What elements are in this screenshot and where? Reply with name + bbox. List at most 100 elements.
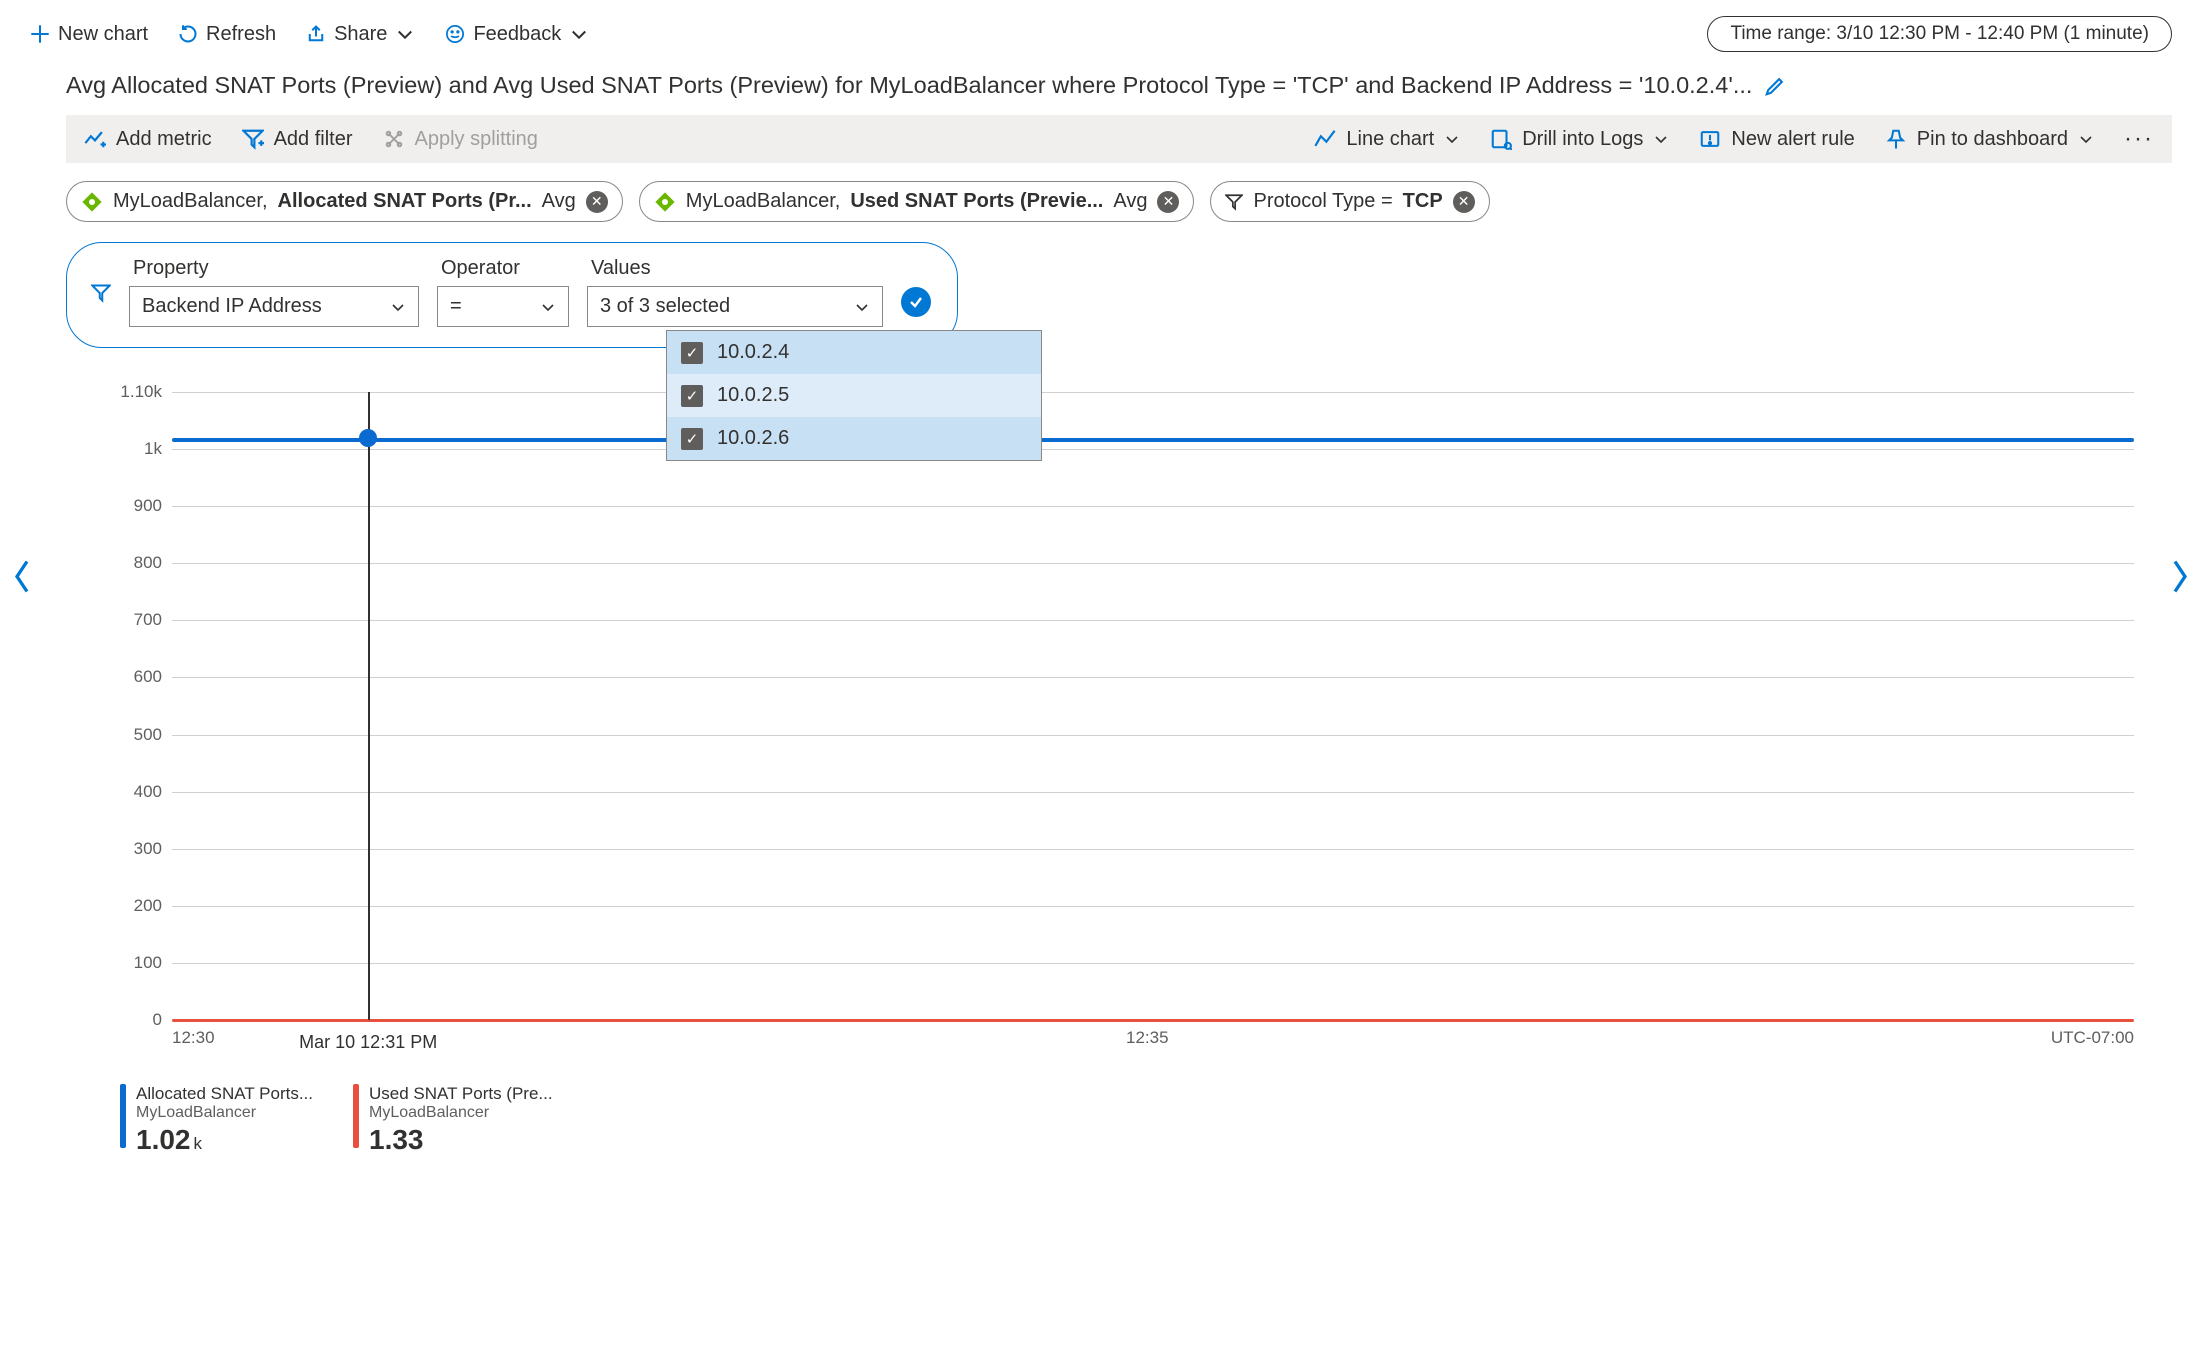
pin-icon — [1885, 128, 1907, 150]
add-filter-label: Add filter — [274, 128, 353, 151]
filter-pill-label: Protocol Type = — [1253, 190, 1392, 213]
apply-splitting-button[interactable]: Apply splitting — [383, 128, 538, 151]
title-row: Avg Allocated SNAT Ports (Preview) and A… — [30, 66, 2172, 115]
filter-editor: Property Backend IP Address Operator = V… — [66, 242, 2172, 348]
legend: Allocated SNAT Ports... MyLoadBalancer 1… — [120, 1084, 2172, 1156]
legend-series-name: Used SNAT Ports (Pre... — [369, 1084, 553, 1104]
y-tick-label: 100 — [134, 953, 162, 973]
legend-series-name: Allocated SNAT Ports... — [136, 1084, 313, 1104]
chevron-down-icon — [390, 299, 406, 315]
legend-series-value: 1.33 — [369, 1124, 553, 1156]
pin-dashboard-button[interactable]: Pin to dashboard — [1885, 128, 2094, 151]
y-tick-label: 600 — [134, 667, 162, 687]
line-chart-icon — [1314, 128, 1336, 150]
pill-metric: Allocated SNAT Ports (Pr... — [278, 190, 532, 213]
filter-pill-value: TCP — [1403, 190, 1443, 213]
values-select[interactable]: 3 of 3 selected — [587, 286, 883, 327]
dropdown-option-label: 10.0.2.5 — [717, 384, 789, 407]
chevron-left-icon — [8, 557, 36, 597]
pill-resource: MyLoadBalancer, — [113, 190, 268, 213]
pill-aggregation: Avg — [1113, 190, 1147, 213]
checkbox-checked-icon: ✓ — [681, 385, 703, 407]
chevron-down-icon — [1653, 131, 1669, 147]
new-alert-button[interactable]: New alert rule — [1699, 128, 1854, 151]
gridline — [172, 906, 2134, 907]
add-filter-icon — [242, 128, 264, 150]
smiley-icon — [445, 24, 465, 44]
legend-color-swatch — [120, 1084, 126, 1148]
pill-resource: MyLoadBalancer, — [686, 190, 841, 213]
chart-type-button[interactable]: Line chart — [1314, 128, 1460, 151]
property-value: Backend IP Address — [142, 295, 322, 318]
property-select[interactable]: Backend IP Address — [129, 286, 419, 327]
gridline — [172, 392, 2134, 393]
cursor-time-label: Mar 10 12:31 PM — [299, 1032, 437, 1053]
y-tick-label: 0 — [153, 1010, 162, 1030]
logs-icon — [1490, 128, 1512, 150]
chart-type-label: Line chart — [1346, 128, 1434, 151]
next-time-button[interactable] — [2166, 557, 2194, 600]
add-filter-button[interactable]: Add filter — [242, 128, 353, 151]
funnel-icon — [1225, 193, 1243, 211]
filter-pill-protocol[interactable]: Protocol Type = TCP ✕ — [1210, 181, 1489, 222]
checkbox-checked-icon: ✓ — [681, 342, 703, 364]
remove-pill-icon[interactable]: ✕ — [586, 191, 608, 213]
apply-filter-button[interactable] — [901, 287, 931, 317]
share-icon — [306, 24, 326, 44]
remove-pill-icon[interactable]: ✕ — [1157, 191, 1179, 213]
gridline — [172, 449, 2134, 450]
add-metric-button[interactable]: Add metric — [84, 128, 212, 151]
time-range-selector[interactable]: Time range: 3/10 12:30 PM - 12:40 PM (1 … — [1707, 16, 2172, 52]
plus-icon — [30, 24, 50, 44]
pill-metric: Used SNAT Ports (Previe... — [850, 190, 1103, 213]
dropdown-option[interactable]: ✓ 10.0.2.5 — [667, 374, 1041, 417]
prev-time-button[interactable] — [8, 557, 36, 600]
gridline — [172, 677, 2134, 678]
load-balancer-icon — [81, 191, 103, 213]
ellipsis-icon: ··· — [2124, 125, 2154, 153]
new-chart-label: New chart — [58, 23, 148, 46]
gridline — [172, 963, 2134, 964]
edit-title-icon[interactable] — [1764, 75, 1786, 97]
series-line-used — [172, 1019, 2134, 1022]
apply-splitting-label: Apply splitting — [415, 128, 538, 151]
chevron-down-icon — [569, 24, 589, 44]
alert-icon — [1699, 128, 1721, 150]
data-point-marker — [359, 429, 377, 447]
metric-toolbar: Add metric Add filter Apply splitting Li… — [66, 115, 2172, 163]
remove-pill-icon[interactable]: ✕ — [1453, 191, 1475, 213]
operator-select[interactable]: = — [437, 286, 569, 327]
more-button[interactable]: ··· — [2124, 125, 2154, 153]
dropdown-option[interactable]: ✓ 10.0.2.4 — [667, 331, 1041, 374]
share-button[interactable]: Share — [306, 23, 415, 46]
refresh-button[interactable]: Refresh — [178, 23, 276, 46]
cursor-line — [368, 392, 370, 1020]
operator-value: = — [450, 295, 462, 318]
gridline — [172, 563, 2134, 564]
legend-series-resource: MyLoadBalancer — [369, 1104, 553, 1122]
y-tick-label: 1k — [144, 439, 162, 459]
metric-pill-used[interactable]: MyLoadBalancer, Used SNAT Ports (Previe.… — [639, 181, 1195, 222]
check-icon — [908, 294, 924, 310]
drill-logs-button[interactable]: Drill into Logs — [1490, 128, 1669, 151]
new-chart-button[interactable]: New chart — [30, 23, 148, 46]
x-tick-label: 12:35 — [1126, 1028, 1169, 1048]
values-dropdown: ✓ 10.0.2.4 ✓ 10.0.2.5 ✓ 10.0.2.6 — [666, 330, 1042, 461]
legend-item-used[interactable]: Used SNAT Ports (Pre... MyLoadBalancer 1… — [353, 1084, 553, 1156]
funnel-icon — [91, 283, 111, 303]
legend-item-allocated[interactable]: Allocated SNAT Ports... MyLoadBalancer 1… — [120, 1084, 313, 1156]
metric-pill-allocated[interactable]: MyLoadBalancer, Allocated SNAT Ports (Pr… — [66, 181, 623, 222]
gridline — [172, 792, 2134, 793]
checkbox-checked-icon: ✓ — [681, 428, 703, 450]
chevron-down-icon — [395, 24, 415, 44]
add-metric-label: Add metric — [116, 128, 212, 151]
feedback-button[interactable]: Feedback — [445, 23, 589, 46]
dropdown-option-label: 10.0.2.4 — [717, 341, 789, 364]
load-balancer-icon — [654, 191, 676, 213]
chart-plot[interactable]: 01002003004005006007008009001k1.10k — [172, 392, 2134, 1020]
y-tick-label: 200 — [134, 896, 162, 916]
chevron-right-icon — [2166, 557, 2194, 597]
dropdown-option[interactable]: ✓ 10.0.2.6 — [667, 417, 1041, 460]
chart: 01002003004005006007008009001k1.10k UTC-… — [100, 378, 2152, 1078]
gridline — [172, 849, 2134, 850]
